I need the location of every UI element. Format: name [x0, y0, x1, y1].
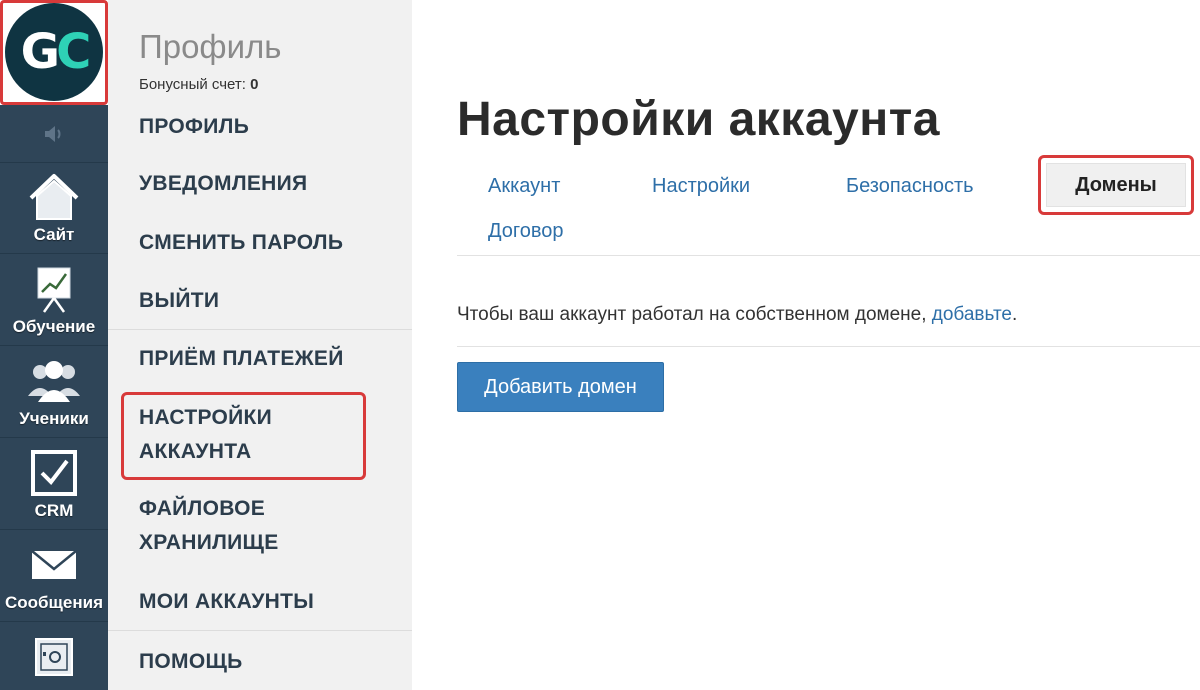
rail-item-label: CRM: [34, 501, 74, 520]
rail-item-crm[interactable]: CRM: [0, 438, 108, 530]
tab-settings[interactable]: Настройки: [652, 175, 750, 198]
tab-account[interactable]: Аккаунт: [488, 175, 560, 198]
tabs-divider: [457, 255, 1200, 256]
bonus-balance: Бонусный счет: 0: [139, 76, 258, 93]
checkbox-icon: [26, 447, 82, 499]
rail-item-messages[interactable]: Сообщения: [0, 530, 108, 622]
menu-item-help[interactable]: ПОМОЩЬ: [139, 645, 243, 679]
menu-title: Профиль: [139, 28, 282, 65]
chart-board-icon: [26, 263, 82, 315]
bonus-label: Бонусный счет:: [139, 76, 246, 93]
rail-item-learning[interactable]: Обучение: [0, 254, 108, 346]
safe-icon: [26, 636, 82, 680]
rail-item-label: Обучение: [12, 317, 96, 336]
add-domain-button[interactable]: Добавить домен: [457, 362, 664, 412]
tab-contract[interactable]: Договор: [488, 220, 564, 243]
domain-info-text: Чтобы ваш аккаунт работал на собственном…: [457, 304, 1017, 326]
tab-domains[interactable]: Домены: [1046, 163, 1186, 207]
info-text: Чтобы ваш аккаунт работал на собственном…: [457, 304, 932, 325]
rail-item-label: Сайт: [33, 225, 75, 244]
logo-highlight-frame: [0, 0, 108, 105]
menu-divider: [108, 630, 412, 631]
menu-item-label-line2: ХРАНИЛИЩЕ: [139, 531, 279, 554]
menu-item-change-password[interactable]: СМЕНИТЬ ПАРОЛЬ: [139, 226, 343, 260]
speaker-icon: [45, 125, 61, 142]
content-divider: [457, 346, 1200, 347]
menu-divider: [108, 329, 412, 330]
rail-item-site[interactable]: Сайт: [0, 162, 108, 254]
app-rail: GC Сайт Обучение Ученики CRM Сообщения: [0, 0, 108, 690]
menu-item-file-storage[interactable]: ФАЙЛОВОЕ ХРАНИЛИЩЕ: [139, 492, 279, 560]
logo[interactable]: GC: [0, 0, 108, 105]
menu-item-payments[interactable]: ПРИЁМ ПЛАТЕЖЕЙ: [139, 342, 344, 376]
tab-security[interactable]: Безопасность: [846, 175, 974, 198]
menu-item-logout[interactable]: ВЫЙТИ: [139, 284, 219, 318]
rail-item-label: Сообщения: [5, 593, 103, 612]
profile-menu: Профиль Бонусный счет: 0 ПРОФИЛЬ УВЕДОМЛ…: [108, 0, 412, 690]
envelope-icon: [26, 539, 82, 591]
menu-item-notifications[interactable]: УВЕДОМЛЕНИЯ: [139, 167, 307, 201]
rail-item-label: Ученики: [19, 409, 89, 428]
speaker-item[interactable]: [0, 105, 108, 163]
rail-item-safe[interactable]: [0, 622, 108, 690]
menu-highlight-frame: [121, 392, 366, 480]
users-icon: [26, 355, 82, 407]
house-icon: [26, 171, 82, 223]
menu-item-label-line1: ФАЙЛОВОЕ: [139, 497, 266, 520]
page-title: Настройки аккаунта: [457, 93, 940, 146]
menu-item-profile[interactable]: ПРОФИЛЬ: [139, 110, 249, 144]
rail-item-students[interactable]: Ученики: [0, 346, 108, 438]
add-link[interactable]: добавьте: [932, 304, 1012, 325]
info-end: .: [1012, 304, 1018, 325]
menu-item-my-accounts[interactable]: МОИ АККАУНТЫ: [139, 585, 314, 619]
bonus-value: 0: [250, 76, 259, 93]
